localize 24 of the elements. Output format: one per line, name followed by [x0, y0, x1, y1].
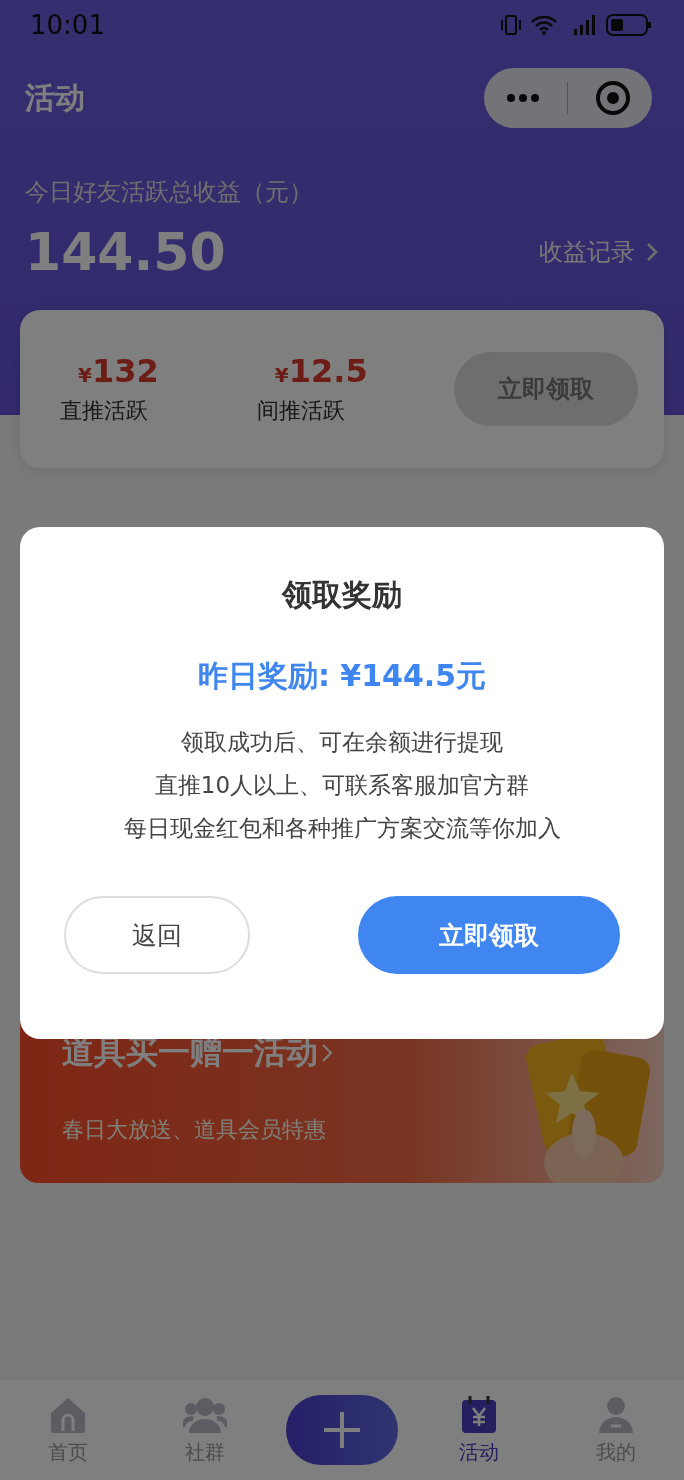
- earnings-record-link[interactable]: 收益记录: [539, 236, 659, 268]
- more-icon[interactable]: [505, 93, 540, 103]
- stat-value: ¥12.5: [273, 352, 368, 390]
- back-button[interactable]: 返回: [64, 896, 250, 974]
- banner-subtitle: 春日大放送、道具会员特惠: [62, 1116, 327, 1144]
- stat-label: 直推活跃: [60, 397, 148, 425]
- stat-value: ¥132: [77, 352, 159, 390]
- dialog-text: 领取成功后、可在余额进行提现: [181, 728, 503, 757]
- close-target-icon[interactable]: [594, 80, 631, 116]
- confirm-button[interactable]: 立即领取: [358, 896, 620, 974]
- battery-icon: [606, 13, 652, 37]
- dialog-text: 每日现金红包和各种推广方案交流等你加入: [123, 814, 561, 843]
- reward-amount: 昨日奖励: ¥144.5元: [197, 657, 487, 695]
- stat-label: 间推活跃: [256, 397, 345, 425]
- earnings-label: 今日好友活跃总收益（元）: [25, 177, 314, 208]
- status-time: 10:01: [30, 10, 105, 40]
- wifi-icon: [530, 14, 558, 36]
- tab-item[interactable]: 活动: [458, 1394, 499, 1466]
- dialog-title: 领取奖励: [282, 576, 402, 614]
- dialog-text: 直推10人以上、可联系客服加官方群: [154, 771, 530, 800]
- chevron-icon: [645, 241, 659, 263]
- vibrate-icon: [500, 13, 522, 37]
- earnings-amount: 144.50: [25, 222, 226, 282]
- page-title: 活动: [25, 78, 85, 117]
